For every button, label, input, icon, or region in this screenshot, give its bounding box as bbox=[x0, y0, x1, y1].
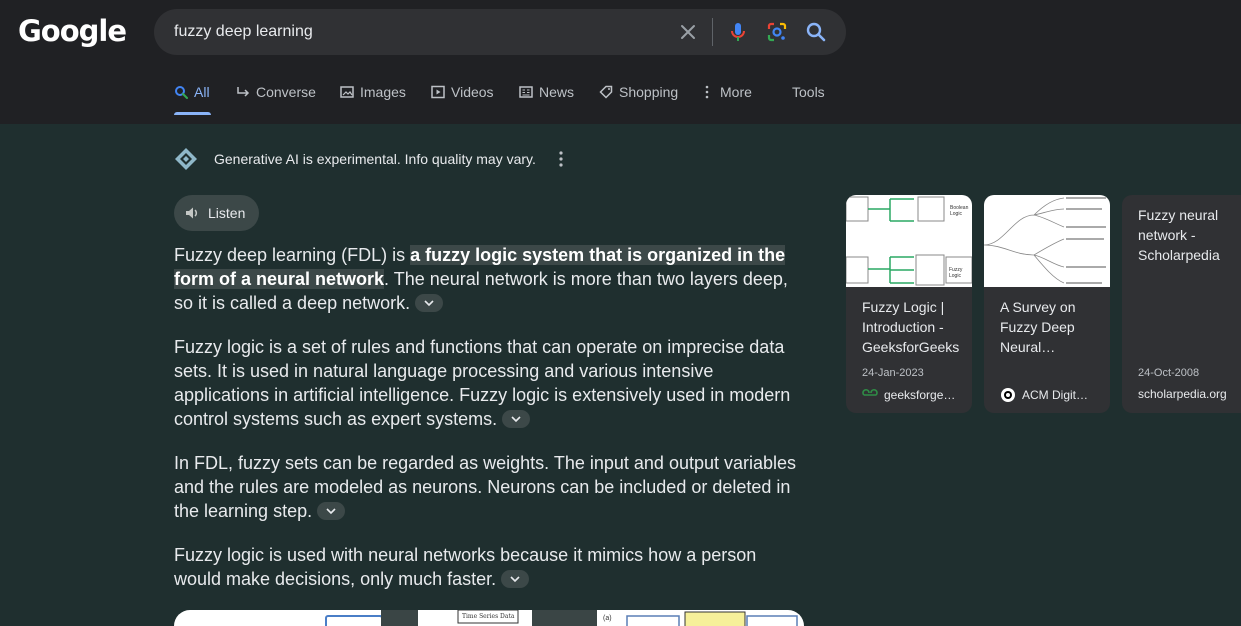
answer-text: Fuzzy deep learning (FDL) is bbox=[174, 245, 411, 265]
strip-image[interactable]: Time Series Data bbox=[418, 610, 532, 626]
strip-gap bbox=[381, 610, 418, 626]
news-icon bbox=[519, 86, 533, 98]
chevron-down-icon bbox=[424, 300, 434, 307]
source-date: 24-Oct-2008 bbox=[1138, 367, 1200, 379]
source-title: Fuzzy neural network - Scholarpedia bbox=[1138, 207, 1220, 263]
source-card[interactable]: A Survey on Fuzzy Deep Neural… ACM Digit… bbox=[984, 195, 1110, 413]
image-icon bbox=[340, 86, 354, 98]
strip-image[interactable] bbox=[174, 610, 383, 626]
more-options-icon[interactable] bbox=[553, 149, 569, 169]
tab-label: More bbox=[720, 84, 752, 100]
search-divider bbox=[712, 18, 713, 46]
source-card[interactable]: Boolean Logic Fuzzy Logic Fuzzy Logic | … bbox=[846, 195, 972, 413]
answer-paragraph: In FDL, fuzzy sets can be regarded as we… bbox=[174, 451, 804, 523]
source-thumbnail: Boolean Logic Fuzzy Logic bbox=[846, 195, 972, 287]
tab-label: Images bbox=[360, 84, 406, 100]
source-site: scholarpedia.org bbox=[1138, 387, 1227, 401]
chevron-down-icon bbox=[326, 508, 336, 515]
tab-news[interactable]: News bbox=[519, 80, 574, 115]
source-thumbnail bbox=[984, 195, 1110, 287]
search-icon bbox=[175, 86, 188, 99]
image-strip[interactable]: Time Series Data (a) bbox=[174, 610, 804, 626]
tab-label: All bbox=[194, 84, 210, 100]
expand-button[interactable] bbox=[317, 502, 346, 521]
source-card[interactable]: Fuzzy neural network - Scholarpedia 24-O… bbox=[1122, 195, 1241, 413]
strip-caption: Time Series Data bbox=[462, 613, 515, 620]
microphone-icon[interactable] bbox=[726, 20, 750, 44]
tab-converse[interactable]: Converse bbox=[236, 80, 316, 115]
answer-paragraph: Fuzzy deep learning (FDL) is a fuzzy log… bbox=[174, 243, 804, 315]
chevron-down-icon bbox=[511, 416, 521, 423]
acm-icon bbox=[1001, 388, 1015, 402]
answer-paragraph: Fuzzy logic is used with neural networks… bbox=[174, 543, 804, 591]
answer-text: Fuzzy logic is used with neural networks… bbox=[174, 545, 757, 589]
search-input[interactable] bbox=[174, 22, 654, 42]
thumb-text: Boolean Logic bbox=[950, 205, 969, 217]
tools-button[interactable]: Tools bbox=[792, 80, 825, 115]
listen-label: Listen bbox=[208, 205, 246, 221]
answer-text: Fuzzy logic is a set of rules and functi… bbox=[174, 337, 791, 429]
answer-text: In FDL, fuzzy sets can be regarded as we… bbox=[174, 453, 797, 521]
answer-paragraph: Fuzzy logic is a set of rules and functi… bbox=[174, 335, 804, 431]
source-title: A Survey on Fuzzy Deep Neural… bbox=[1000, 299, 1076, 355]
tab-shopping[interactable]: Shopping bbox=[599, 80, 678, 115]
tag-icon bbox=[599, 85, 613, 99]
more-vert-icon bbox=[705, 85, 709, 99]
speaker-icon bbox=[186, 207, 198, 219]
sparkle-icon bbox=[175, 148, 197, 170]
source-title: Fuzzy Logic | Introduction - GeeksforGee… bbox=[862, 299, 960, 355]
thumb-text: Fuzzy Logic bbox=[949, 267, 963, 279]
source-name: ACM Digit… bbox=[1022, 388, 1089, 402]
clear-icon[interactable] bbox=[676, 20, 700, 44]
active-tab-indicator bbox=[174, 112, 211, 115]
tab-images[interactable]: Images bbox=[340, 80, 406, 115]
tab-videos[interactable]: Videos bbox=[431, 80, 494, 115]
tab-label: Converse bbox=[256, 84, 316, 100]
google-logo[interactable]: Google bbox=[18, 14, 127, 48]
converse-icon bbox=[237, 87, 250, 97]
source-name: scholarpedia.org bbox=[1138, 387, 1227, 401]
header-bar: Google fuzzy deep learning All Converse … bbox=[0, 0, 1241, 124]
source-name: geeksforge… bbox=[884, 388, 956, 402]
geeksforgeeks-icon bbox=[862, 389, 878, 396]
video-icon bbox=[431, 85, 445, 99]
tab-all[interactable]: All bbox=[174, 80, 211, 115]
chevron-down-icon bbox=[510, 576, 520, 583]
expand-button[interactable] bbox=[415, 294, 444, 313]
tab-label: Videos bbox=[451, 84, 494, 100]
strip-gap bbox=[532, 610, 597, 626]
listen-button[interactable]: Listen bbox=[174, 195, 259, 231]
strip-panel-label: (a) bbox=[603, 615, 612, 622]
strip-image[interactable]: (a) bbox=[597, 610, 804, 626]
expand-button[interactable] bbox=[502, 410, 531, 429]
source-date: 24-Jan-2023 bbox=[862, 367, 924, 379]
source-site: geeksforge… bbox=[862, 387, 955, 403]
tab-label: Tools bbox=[792, 84, 825, 100]
ai-notice-text: Generative AI is experimental. Info qual… bbox=[214, 151, 536, 167]
expand-button[interactable] bbox=[501, 570, 530, 589]
source-site: ACM Digit… bbox=[1000, 387, 1088, 403]
search-icon[interactable] bbox=[804, 20, 828, 44]
tab-label: Shopping bbox=[619, 84, 679, 100]
tab-label: News bbox=[539, 84, 575, 100]
tab-more[interactable]: More bbox=[700, 80, 752, 115]
search-box[interactable] bbox=[154, 9, 846, 55]
camera-lens-icon[interactable] bbox=[765, 20, 789, 44]
